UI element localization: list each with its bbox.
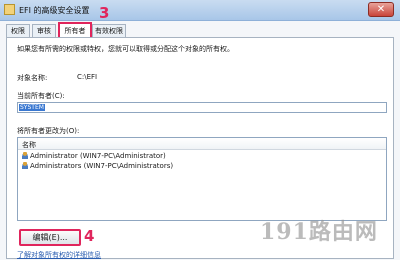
tab-owner[interactable]: 所有者	[58, 22, 92, 38]
title-bar: EFI 的高级安全设置 ✕	[0, 0, 400, 21]
list-item[interactable]: Administrators (WIN7-PC\Administrators)	[22, 162, 173, 171]
list-header: 名称	[18, 138, 386, 150]
edit-button[interactable]: 编辑(E)...	[19, 229, 81, 246]
watermark-logo: 191路由网	[260, 219, 378, 245]
step-4-annotation: 4	[84, 227, 95, 245]
close-button[interactable]: ✕	[368, 2, 394, 17]
window-title: EFI 的高级安全设置	[19, 6, 90, 15]
description-text: 如果您有所需的权限或特权，您就可以取得或分配这个对象的所有权。	[17, 45, 234, 53]
folder-icon	[4, 4, 15, 15]
list-item-label: Administrators (WIN7-PC\Administrators)	[30, 162, 174, 170]
change-owner-label: 将所有者更改为(O):	[17, 127, 80, 135]
name-column-header: 名称	[22, 141, 36, 149]
tab-auditing[interactable]: 审核	[32, 24, 56, 38]
user-icon	[22, 152, 28, 159]
owner-list[interactable]: 名称 Administrator (WIN7-PC\Administrator)…	[17, 137, 387, 221]
users-icon	[22, 162, 28, 169]
current-owner-field[interactable]: SYSTEM	[17, 102, 387, 113]
tab-effective-permissions[interactable]: 有效权限	[92, 24, 126, 38]
tab-permissions[interactable]: 权限	[6, 24, 30, 38]
current-owner-value: SYSTEM	[19, 104, 45, 111]
current-owner-label: 当前所有者(C):	[17, 92, 65, 100]
object-name-label: 对象名称:	[17, 74, 48, 82]
step-3-annotation: 3	[99, 4, 110, 22]
object-name-value: C:\EFI	[77, 73, 98, 81]
list-item[interactable]: Administrator (WIN7-PC\Administrator)	[22, 152, 166, 161]
list-item-label: Administrator (WIN7-PC\Administrator)	[30, 152, 166, 160]
